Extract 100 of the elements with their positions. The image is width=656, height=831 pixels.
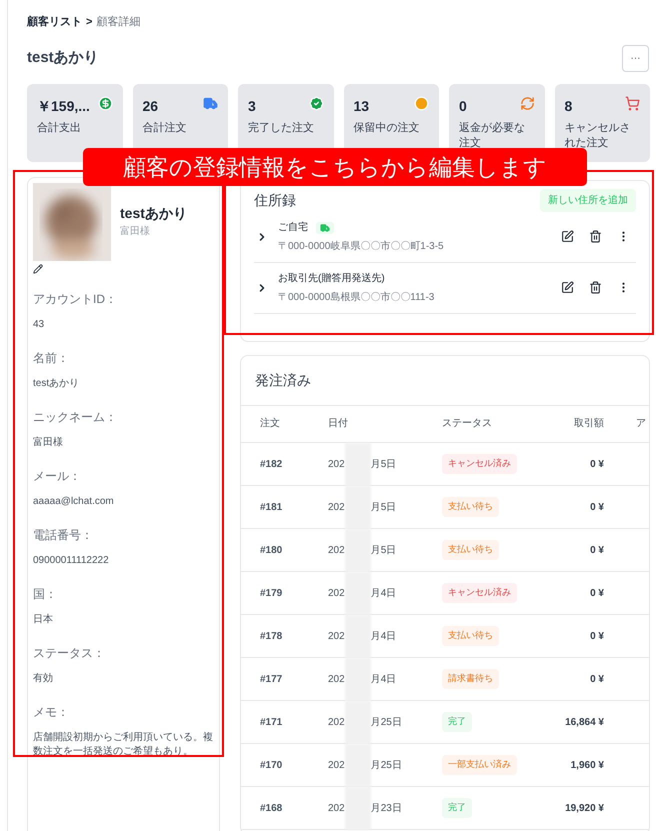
delete-icon[interactable]: [589, 230, 602, 243]
field-value: 有効: [33, 672, 54, 686]
status-badge: 支払い待ち: [442, 540, 499, 560]
dollar-icon: [98, 96, 112, 110]
date-text: 202: [328, 802, 345, 816]
stat-value: ￥159,...: [37, 96, 90, 116]
amount-text: 0 ¥: [590, 630, 604, 644]
address-name: お取引先(贈答用発送先): [278, 272, 385, 286]
column-header: 日付: [328, 417, 349, 431]
date-text: 202: [328, 500, 345, 514]
status-badge: 支払い待ち: [442, 497, 499, 517]
order-number[interactable]: #180: [260, 542, 328, 558]
date-text: 月4日: [370, 672, 396, 686]
annotation-callout: 顧客の登録情報をこちらから編集します: [83, 148, 587, 186]
field-label: メモ：: [33, 704, 70, 720]
status-badge: 完了: [442, 712, 472, 732]
stat-label: 合計注文: [142, 120, 188, 136]
date-text: 月4日: [370, 586, 396, 600]
date-text: 202: [328, 544, 345, 558]
status-badge: 完了: [442, 798, 472, 818]
order-number[interactable]: #178: [260, 628, 328, 644]
column-header: ステータス: [442, 417, 493, 431]
address-text: 〒000-0000島根県〇〇市〇〇111-3: [278, 290, 436, 304]
amount-text: 0 ¥: [590, 458, 604, 472]
stat-label: 合計支出: [37, 120, 82, 136]
field-label: ステータス：: [33, 644, 106, 662]
order-number[interactable]: #182: [260, 456, 328, 472]
date-text: 月4日: [370, 630, 396, 644]
refresh-icon: [520, 96, 534, 110]
amount-text: 0 ¥: [590, 500, 604, 514]
field-value: aaaaa@lchat.com: [33, 494, 115, 508]
amount-text: 0 ¥: [590, 586, 604, 600]
field-label: アカウントID：: [33, 290, 118, 308]
field-label: 国：: [33, 586, 58, 602]
breadcrumb-link[interactable]: >: [86, 14, 92, 30]
date-text: 202: [328, 716, 345, 730]
amount-text: 0 ¥: [590, 544, 604, 558]
edit-icon[interactable]: [561, 230, 574, 243]
truck-icon: [320, 222, 330, 232]
date-text: 202: [328, 586, 345, 600]
cart-icon: [625, 96, 640, 110]
column-header: 取引額: [574, 416, 604, 431]
column-header: ア: [636, 417, 647, 431]
field-value: 日本: [33, 612, 54, 626]
page-title: testあかり: [27, 48, 99, 68]
delete-icon[interactable]: [589, 281, 602, 294]
profile-name: testあかり: [120, 204, 187, 223]
stat-value: 0: [459, 96, 467, 116]
amount-text: 16,864 ¥: [565, 716, 604, 730]
field-label: ニックネーム：: [33, 408, 118, 426]
edit-icon[interactable]: [561, 281, 574, 294]
stat-label: キャンセルされた注文: [564, 120, 632, 150]
field-label: 名前：: [33, 350, 70, 366]
stat-value: 13: [354, 96, 370, 116]
breadcrumb-link[interactable]: 顧客リスト: [27, 14, 82, 30]
address-name: ご自宅: [278, 220, 308, 235]
status-badge: 支払い待ち: [442, 626, 499, 646]
stat-value: 8: [564, 96, 572, 116]
date-text: 月25日: [370, 716, 402, 730]
truck-icon: [203, 96, 218, 110]
section-title: 発注済み: [241, 356, 649, 406]
date-text: 月5日: [370, 544, 396, 558]
amount-text: 19,920 ¥: [565, 802, 604, 816]
stat-label: 返金が必要な注文: [459, 120, 526, 150]
breadcrumb-current: 顧客詳細: [96, 14, 140, 30]
check-badge-icon: [308, 96, 324, 110]
field-value: 43: [33, 318, 46, 332]
date-text: 202: [328, 672, 345, 686]
status-badge: 一部支払い済み: [442, 755, 517, 775]
order-number[interactable]: #177: [260, 672, 328, 686]
date-text: 月5日: [370, 500, 396, 514]
order-number[interactable]: #168: [260, 800, 328, 816]
stat-label: 完了した注文: [248, 120, 315, 136]
profile-nickname: 富田様: [120, 224, 151, 238]
order-number[interactable]: #179: [260, 586, 328, 600]
more-button[interactable]: ···: [622, 44, 649, 72]
order-number[interactable]: #181: [260, 500, 328, 514]
status-badge: 請求書待ち: [442, 669, 499, 689]
field-value: testあかり: [33, 376, 80, 390]
section-title: 住所録: [254, 190, 296, 210]
date-text: 月23日: [370, 802, 402, 816]
field-label: メール：: [33, 468, 82, 484]
column-header: 注文: [260, 416, 281, 431]
amount-text: 1,960 ¥: [570, 758, 604, 772]
order-number[interactable]: #170: [260, 758, 328, 772]
status-badge: キャンセル済み: [442, 583, 517, 603]
date-text: 月25日: [370, 758, 402, 772]
stat-label: 保留中の注文: [354, 120, 420, 136]
order-number[interactable]: #171: [260, 714, 328, 730]
field-label: 電話番号：: [33, 526, 94, 544]
field-value: 富田様: [33, 436, 64, 450]
stat-value: 3: [248, 96, 256, 116]
date-text: 月5日: [370, 458, 396, 472]
field-value: 09000011112222: [33, 554, 110, 568]
status-badge: キャンセル済み: [442, 454, 517, 474]
amount-text: 0 ¥: [590, 672, 604, 686]
stat-value: 26: [142, 96, 158, 116]
date-text: 202: [328, 458, 345, 472]
edit-icon[interactable]: [33, 264, 43, 274]
date-text: 202: [328, 630, 345, 644]
